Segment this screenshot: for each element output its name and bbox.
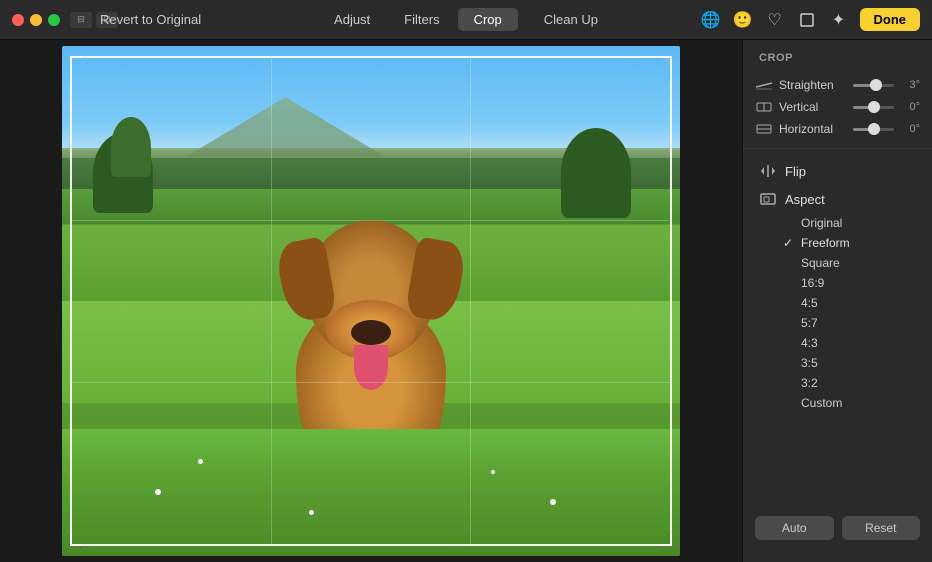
minimize-button[interactable] — [30, 14, 42, 26]
horizontal-icon — [755, 122, 773, 136]
horizontal-row: Horizontal 0° — [743, 118, 932, 140]
aspect-label: Aspect — [785, 192, 825, 207]
horizontal-value: 0° — [900, 123, 920, 135]
aspect-option-square-label: Square — [801, 256, 840, 270]
maximize-button[interactable] — [48, 14, 60, 26]
aspect-options: Original ✓ Freeform Square 16:9 4:5 5:7 — [743, 213, 932, 413]
nav-tabs: Adjust Filters Crop Clean Up — [318, 8, 614, 31]
emoji-icon-button[interactable]: 🙂 — [732, 9, 754, 31]
check-icon: ✓ — [783, 236, 793, 250]
reset-button[interactable]: Reset — [842, 516, 921, 540]
photo-container[interactable] — [62, 46, 680, 556]
aspect-option-square[interactable]: Square — [785, 253, 932, 273]
flip-row[interactable]: Flip — [743, 157, 932, 185]
tab-crop[interactable]: Crop — [458, 8, 518, 31]
straighten-slider[interactable] — [853, 84, 894, 87]
traffic-lights — [12, 14, 60, 26]
tab-cleanup[interactable]: Clean Up — [528, 8, 614, 31]
image-area — [0, 40, 742, 562]
aspect-option-16-9-label: 16:9 — [801, 276, 824, 290]
crop-icon-button[interactable] — [796, 9, 818, 31]
aspect-header[interactable]: Aspect — [743, 185, 932, 213]
aspect-option-4-3-label: 4:3 — [801, 336, 818, 350]
aspect-option-freeform-label: Freeform — [801, 236, 850, 250]
titlebar: ⊟ ⊡ Revert to Original Adjust Filters Cr… — [0, 0, 932, 40]
aspect-option-original[interactable]: Original — [785, 213, 932, 233]
aspect-option-custom[interactable]: Custom — [785, 393, 932, 413]
main-content: CROP Straighten 3° — [0, 40, 932, 562]
straighten-row: Straighten 3° — [743, 74, 932, 96]
aspect-option-4-5-label: 4:5 — [801, 296, 818, 310]
aspect-option-3-2[interactable]: 3:2 — [785, 373, 932, 393]
aspect-option-5-7[interactable]: 5:7 — [785, 313, 932, 333]
horizontal-label: Horizontal — [779, 122, 847, 136]
done-button[interactable]: Done — [860, 8, 921, 31]
divider-1 — [743, 148, 932, 149]
sidebar-toggle-button[interactable]: ⊟ — [70, 12, 92, 28]
panel-title: CROP — [743, 52, 932, 74]
aspect-option-custom-label: Custom — [801, 396, 842, 410]
revert-button[interactable]: Revert to Original — [100, 12, 201, 27]
aspect-option-16-9[interactable]: 16:9 — [785, 273, 932, 293]
crop-panel: CROP Straighten 3° — [742, 40, 932, 562]
aspect-option-3-5-label: 3:5 — [801, 356, 818, 370]
titlebar-right: 🌐 🙂 ♡ ✦ Done — [700, 8, 921, 31]
tab-filters[interactable]: Filters — [388, 8, 455, 31]
globe-icon-button[interactable]: 🌐 — [700, 9, 722, 31]
magic-icon-button[interactable]: ✦ — [828, 9, 850, 31]
straighten-label: Straighten — [779, 78, 847, 92]
aspect-option-4-5[interactable]: 4:5 — [785, 293, 932, 313]
aspect-option-freeform[interactable]: ✓ Freeform — [785, 233, 932, 253]
flip-icon — [759, 162, 777, 180]
vertical-value: 0° — [900, 101, 920, 113]
vertical-row: Vertical 0° — [743, 96, 932, 118]
aspect-option-4-3[interactable]: 4:3 — [785, 333, 932, 353]
straighten-icon — [755, 78, 773, 92]
vertical-slider[interactable] — [853, 106, 894, 109]
photo-image — [62, 46, 680, 556]
aspect-option-original-label: Original — [801, 216, 842, 230]
bottom-buttons: Auto Reset — [743, 506, 932, 550]
vertical-label: Vertical — [779, 100, 847, 114]
flip-label: Flip — [785, 164, 806, 179]
heart-icon-button[interactable]: ♡ — [764, 9, 786, 31]
horizontal-slider[interactable] — [853, 128, 894, 131]
straighten-value: 3° — [900, 79, 920, 91]
aspect-icon — [759, 190, 777, 208]
tab-adjust[interactable]: Adjust — [318, 8, 386, 31]
auto-button[interactable]: Auto — [755, 516, 834, 540]
vertical-icon — [755, 100, 773, 114]
aspect-option-3-5[interactable]: 3:5 — [785, 353, 932, 373]
aspect-option-3-2-label: 3:2 — [801, 376, 818, 390]
close-button[interactable] — [12, 14, 24, 26]
aspect-option-5-7-label: 5:7 — [801, 316, 818, 330]
aspect-section: Aspect Original ✓ Freeform Square 16:9 4… — [743, 185, 932, 413]
